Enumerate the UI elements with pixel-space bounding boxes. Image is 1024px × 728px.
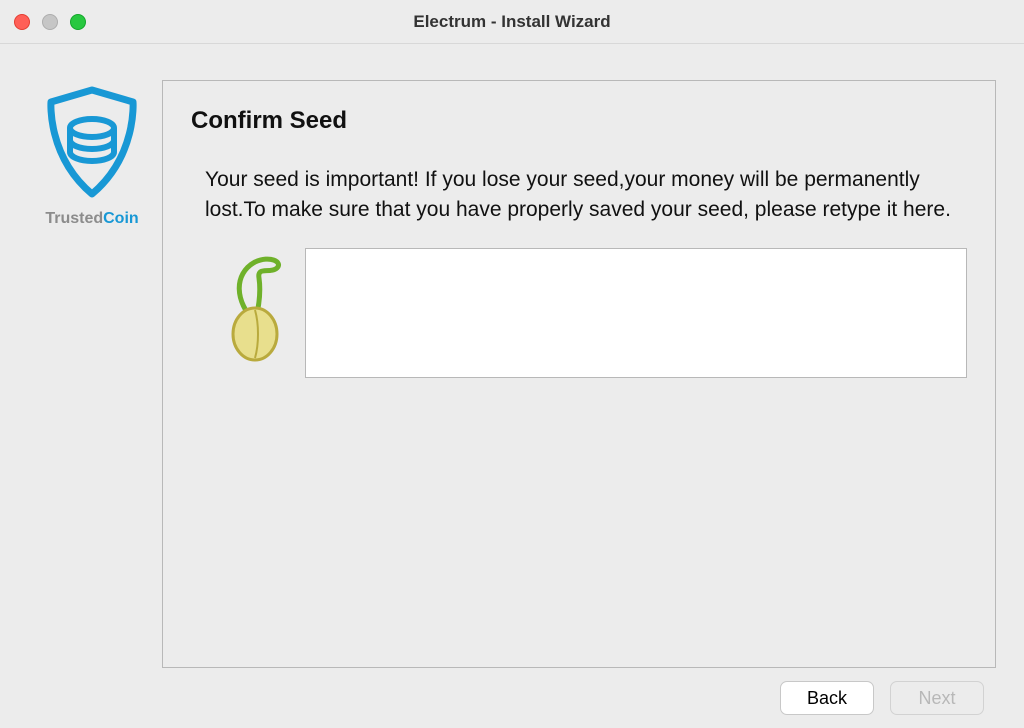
- wizard-footer: Back Next: [0, 668, 1024, 728]
- shield-coin-icon: [37, 84, 147, 204]
- seed-input[interactable]: [305, 248, 967, 378]
- title-bar: Electrum - Install Wizard: [0, 0, 1024, 44]
- minimize-icon[interactable]: [42, 14, 58, 30]
- window-title: Electrum - Install Wizard: [0, 12, 1024, 32]
- close-icon[interactable]: [14, 14, 30, 30]
- instructions-text: Your seed is important! If you lose your…: [205, 165, 963, 226]
- brand-label: TrustedCoin: [45, 210, 138, 228]
- back-button[interactable]: Back: [780, 681, 874, 715]
- window-controls: [14, 14, 86, 30]
- brand-label-b: Coin: [103, 210, 139, 227]
- wizard-sidebar: TrustedCoin: [22, 80, 162, 668]
- brand-label-a: Trusted: [45, 210, 103, 227]
- seed-sprout-icon: [205, 248, 305, 362]
- wizard-panel: Confirm Seed Your seed is important! If …: [162, 80, 996, 668]
- next-button[interactable]: Next: [890, 681, 984, 715]
- zoom-icon[interactable]: [70, 14, 86, 30]
- page-title: Confirm Seed: [191, 107, 967, 135]
